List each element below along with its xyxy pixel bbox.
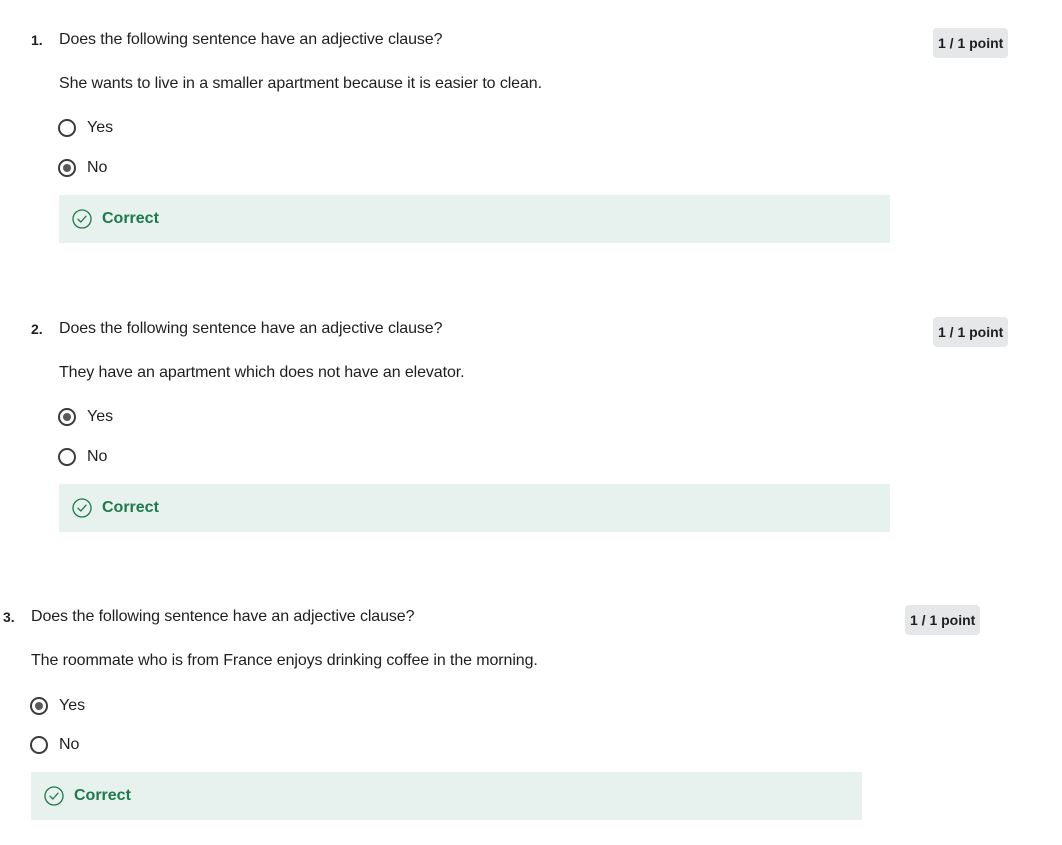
points-badge: 1 / 1 point [905,605,981,635]
radio-icon[interactable] [58,448,76,466]
feedback-label: Correct [102,499,159,516]
feedback-label: Correct [74,787,131,804]
option-no[interactable]: No [30,733,79,757]
question-number: 2. [31,321,43,337]
option-yes[interactable]: Yes [58,405,113,429]
check-circle-icon [72,498,92,518]
radio-icon[interactable] [58,408,76,426]
feedback-correct: Correct [31,772,862,820]
radio-icon[interactable] [30,736,48,754]
option-yes[interactable]: Yes [30,694,85,718]
option-label: Yes [87,408,114,425]
option-label: Yes [87,119,114,136]
points-badge: 1 / 1 point [933,317,1009,347]
option-label: Yes [59,697,86,714]
option-no[interactable]: No [58,445,107,469]
check-circle-icon [72,209,92,229]
quiz-results-page: 1. Does the following sentence have an a… [0,0,1062,845]
feedback-correct: Correct [59,484,890,532]
question-prompt: Does the following sentence have an adje… [59,31,443,48]
option-no[interactable]: No [58,156,107,180]
question-prompt: Does the following sentence have an adje… [59,320,443,337]
question-sentence: They have an apartment which does not ha… [59,364,465,381]
feedback-label: Correct [102,210,159,227]
option-yes[interactable]: Yes [58,116,113,140]
check-circle-icon [44,786,64,806]
option-label: No [87,448,108,465]
question-sentence: She wants to live in a smaller apartment… [59,75,542,92]
option-label: No [87,159,108,176]
radio-icon[interactable] [30,697,48,715]
question-sentence: The roommate who is from France enjoys d… [31,652,538,669]
radio-icon[interactable] [58,119,76,137]
question-number: 1. [31,32,43,48]
points-badge: 1 / 1 point [933,28,1009,58]
radio-icon[interactable] [58,159,76,177]
option-label: No [59,736,80,753]
feedback-correct: Correct [59,195,890,243]
question-prompt: Does the following sentence have an adje… [31,608,415,625]
question-number: 3. [3,609,15,625]
